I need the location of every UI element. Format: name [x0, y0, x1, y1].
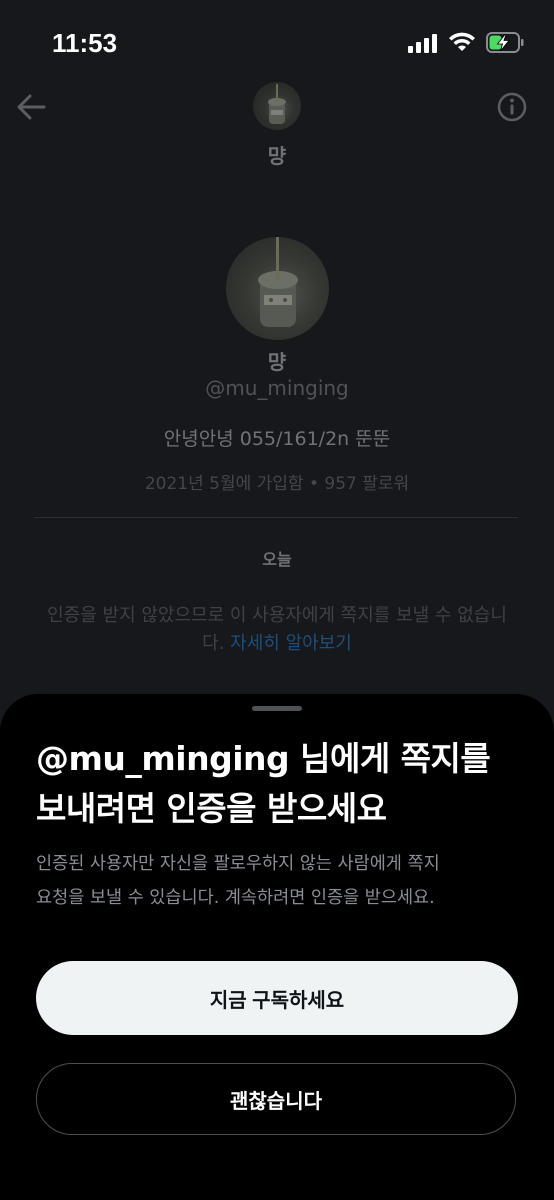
sheet-title-line-2: 보내려면 인증을 받으세요	[36, 789, 387, 828]
header-avatar[interactable]	[253, 82, 301, 130]
divider	[34, 517, 518, 518]
notice-line-1: 인증을 받지 않았으므로 이 사용자에게 쪽지를 보낼 수 없습니	[47, 605, 507, 626]
sheet-body-line-2: 요청을 보낼 수 있습니다. 계속하려면 인증을 받으세요.	[36, 888, 435, 908]
profile-name: 먕	[267, 350, 287, 374]
learn-more-link[interactable]: 자세히 알아보기	[230, 633, 352, 654]
avatar-photo-icon	[258, 237, 298, 327]
header-name: 먕	[267, 144, 287, 168]
notice-line-2-prefix: 다.	[202, 633, 231, 654]
sheet-body: 인증된 사용자만 자신을 팔로우하지 않는 사람에게 쪽지 요청을 보낼 수 있…	[36, 847, 526, 915]
back-arrow-icon[interactable]	[14, 90, 48, 124]
profile-meta: 2021년 5월에 가입함 • 957 팔로워	[144, 474, 410, 494]
dm-restriction-notice: 인증을 받지 않았으므로 이 사용자에게 쪽지를 보낼 수 없습니 다. 자세히…	[0, 602, 554, 658]
sheet-body-line-1: 인증된 사용자만 자신을 팔로우하지 않는 사람에게 쪽지	[36, 854, 440, 874]
subscribe-now-button[interactable]: 지금 구독하세요	[36, 961, 518, 1035]
avatar-photo-icon	[268, 84, 286, 124]
profile-bio: 안녕안녕 055/161/2n 뚠뚠	[163, 428, 391, 450]
sheet-title-line-1: @mu_minging 님에게 쪽지를	[36, 739, 491, 778]
battery-charging-icon	[486, 32, 524, 53]
sheet-title: @mu_minging 님에게 쪽지를 보내려면 인증을 받으세요	[36, 734, 526, 834]
date-label: 오늘	[262, 550, 292, 569]
notice-line-2: 다. 자세히 알아보기	[0, 630, 554, 658]
profile-handle: @mu_minging	[205, 376, 349, 400]
verification-bottom-sheet: @mu_minging 님에게 쪽지를 보내려면 인증을 받으세요 인증된 사용…	[0, 694, 554, 1200]
info-icon[interactable]	[496, 91, 528, 123]
profile-avatar[interactable]	[226, 237, 329, 340]
sheet-grabber[interactable]	[252, 706, 302, 711]
status-time: 11:53	[52, 28, 118, 58]
status-bar: 11:53	[0, 0, 554, 90]
status-icons	[408, 32, 524, 53]
no-thanks-button[interactable]: 괜찮습니다	[36, 1063, 516, 1135]
dm-screen: 11:53 먕 먕 @mu_minging 안녕안녕 055/161/2n 뚠뚠…	[0, 0, 554, 1200]
wifi-icon	[449, 32, 475, 51]
signal-icon	[408, 33, 437, 53]
